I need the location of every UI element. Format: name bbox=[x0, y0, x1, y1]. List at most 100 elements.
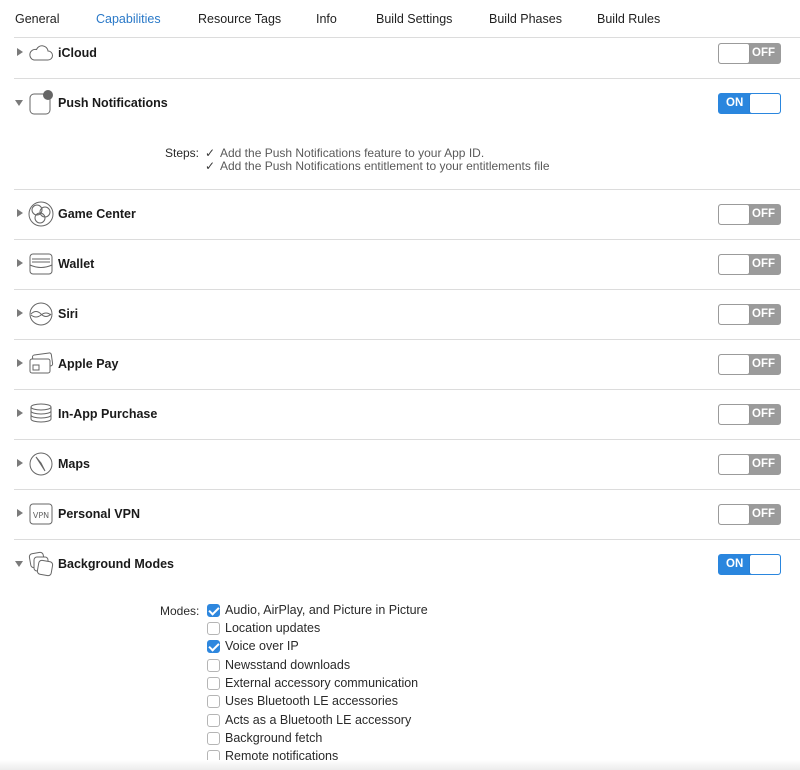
push-notifications-icon bbox=[28, 90, 54, 116]
mode-label: Newsstand downloads bbox=[225, 658, 351, 672]
capability-row-icloud: iCloud OFF bbox=[14, 28, 800, 78]
mode-item-newsstand: Newsstand downloads bbox=[207, 657, 350, 673]
toggle-knob bbox=[750, 555, 780, 574]
disclosure-triangle-icon[interactable] bbox=[17, 509, 23, 517]
toggle-state: OFF bbox=[752, 47, 775, 59]
checkmark-icon: ✓ bbox=[205, 159, 216, 173]
steps-label: Steps: bbox=[165, 146, 200, 160]
tab-general[interactable]: General bbox=[15, 12, 59, 26]
disclosure-triangle-icon[interactable] bbox=[17, 48, 23, 56]
capability-row-push-notifications: Push Notifications ON bbox=[14, 78, 800, 128]
capability-label: Background Modes bbox=[58, 557, 174, 571]
toggle-knob bbox=[719, 44, 749, 63]
disclosure-triangle-icon[interactable] bbox=[17, 259, 23, 267]
wallet-icon bbox=[28, 251, 54, 277]
mode-item-location: Location updates bbox=[207, 620, 320, 636]
toggle-knob bbox=[719, 305, 749, 324]
capability-row-apple-pay: Apple Pay OFF bbox=[14, 339, 800, 389]
capability-label: Siri bbox=[58, 307, 79, 321]
checkmark-icon: ✓ bbox=[205, 146, 216, 160]
mode-label: Uses Bluetooth LE accessories bbox=[225, 694, 399, 708]
tab-info[interactable]: Info bbox=[316, 12, 337, 26]
mode-item-background-fetch: Background fetch bbox=[207, 730, 322, 746]
background-modes-icon bbox=[28, 551, 54, 577]
mode-label: Audio, AirPlay, and Picture in Picture bbox=[225, 603, 428, 617]
toggle-knob bbox=[719, 205, 749, 224]
mode-item-voip: Voice over IP bbox=[207, 638, 299, 654]
siri-icon bbox=[28, 301, 54, 327]
tab-resource-tags[interactable]: Resource Tags bbox=[198, 12, 281, 26]
capability-label: Maps bbox=[58, 457, 90, 471]
checkbox[interactable] bbox=[207, 731, 220, 745]
capability-row-game-center: Game Center OFF bbox=[14, 189, 800, 239]
mode-item-bluetooth-accessory: Acts as a Bluetooth LE accessory bbox=[207, 712, 411, 728]
toggle-state: OFF bbox=[752, 208, 775, 220]
step-text: Add the Push Notifications feature to yo… bbox=[220, 146, 485, 160]
checkbox[interactable] bbox=[207, 713, 220, 727]
mode-label: External accessory communication bbox=[225, 676, 419, 690]
game-center-toggle[interactable]: OFF bbox=[718, 204, 781, 225]
disclosure-triangle-icon[interactable] bbox=[15, 100, 23, 106]
disclosure-triangle-icon[interactable] bbox=[17, 459, 23, 467]
disclosure-triangle-icon[interactable] bbox=[17, 209, 23, 217]
maps-icon bbox=[28, 451, 54, 477]
icloud-toggle[interactable]: OFF bbox=[718, 43, 781, 64]
siri-toggle[interactable]: OFF bbox=[718, 304, 781, 325]
toggle-state: ON bbox=[726, 97, 744, 109]
apple-pay-icon bbox=[28, 351, 54, 377]
checkbox[interactable] bbox=[207, 676, 220, 690]
mode-label: Background fetch bbox=[225, 731, 323, 745]
disclosure-triangle-icon[interactable] bbox=[17, 309, 23, 317]
capability-row-personal-vpn: VPN Personal VPN OFF bbox=[14, 489, 800, 539]
personal-vpn-toggle[interactable]: OFF bbox=[718, 504, 781, 525]
toggle-state: OFF bbox=[752, 358, 775, 370]
capability-row-maps: Maps OFF bbox=[14, 439, 800, 489]
disclosure-triangle-icon[interactable] bbox=[17, 359, 23, 367]
background-modes-toggle[interactable]: ON bbox=[718, 554, 781, 575]
capability-row-siri: Siri OFF bbox=[14, 289, 800, 339]
mode-label: Acts as a Bluetooth LE accessory bbox=[225, 713, 412, 727]
toggle-knob bbox=[719, 255, 749, 274]
capability-label: iCloud bbox=[58, 46, 97, 60]
capability-label: Personal VPN bbox=[58, 507, 140, 521]
checkbox[interactable] bbox=[207, 603, 220, 617]
tab-capabilities[interactable]: Capabilities bbox=[96, 12, 161, 26]
toggle-state: OFF bbox=[752, 258, 775, 270]
tab-build-settings[interactable]: Build Settings bbox=[376, 12, 452, 26]
capability-row-background-modes: Background Modes ON bbox=[14, 539, 800, 589]
checkbox[interactable] bbox=[207, 639, 220, 653]
tab-build-rules[interactable]: Build Rules bbox=[597, 12, 660, 26]
capability-label: In-App Purchase bbox=[58, 407, 158, 421]
toggle-state: OFF bbox=[752, 458, 775, 470]
toggle-knob bbox=[719, 355, 749, 374]
toggle-state: OFF bbox=[752, 308, 775, 320]
apple-pay-toggle[interactable]: OFF bbox=[718, 354, 781, 375]
checkbox[interactable] bbox=[207, 658, 220, 672]
maps-toggle[interactable]: OFF bbox=[718, 454, 781, 475]
tab-build-phases[interactable]: Build Phases bbox=[489, 12, 562, 26]
mode-item-external-accessory: External accessory communication bbox=[207, 675, 418, 691]
toggle-state: OFF bbox=[752, 408, 775, 420]
capability-row-in-app-purchase: In-App Purchase OFF bbox=[14, 389, 800, 439]
in-app-purchase-icon bbox=[28, 401, 54, 427]
in-app-purchase-toggle[interactable]: OFF bbox=[718, 404, 781, 425]
vpn-icon: VPN bbox=[28, 501, 54, 527]
push-notifications-toggle[interactable]: ON bbox=[718, 93, 781, 114]
game-center-icon bbox=[28, 201, 54, 227]
mode-item-bluetooth-le: Uses Bluetooth LE accessories bbox=[207, 693, 398, 709]
checkbox[interactable] bbox=[207, 621, 220, 635]
toggle-state: OFF bbox=[752, 508, 775, 520]
mode-label: Location updates bbox=[225, 621, 321, 635]
icloud-icon bbox=[28, 40, 54, 66]
checkbox[interactable] bbox=[207, 694, 220, 708]
toggle-knob bbox=[750, 94, 780, 113]
mode-label: Voice over IP bbox=[225, 639, 299, 653]
toggle-knob bbox=[719, 505, 749, 524]
step-item: ✓ Add the Push Notifications entitlement … bbox=[205, 159, 550, 173]
wallet-toggle[interactable]: OFF bbox=[718, 254, 781, 275]
disclosure-triangle-icon[interactable] bbox=[17, 409, 23, 417]
capability-label: Game Center bbox=[58, 207, 136, 221]
svg-text:VPN: VPN bbox=[33, 511, 49, 520]
step-item: ✓ Add the Push Notifications feature to y… bbox=[205, 146, 484, 160]
disclosure-triangle-icon[interactable] bbox=[15, 561, 23, 567]
